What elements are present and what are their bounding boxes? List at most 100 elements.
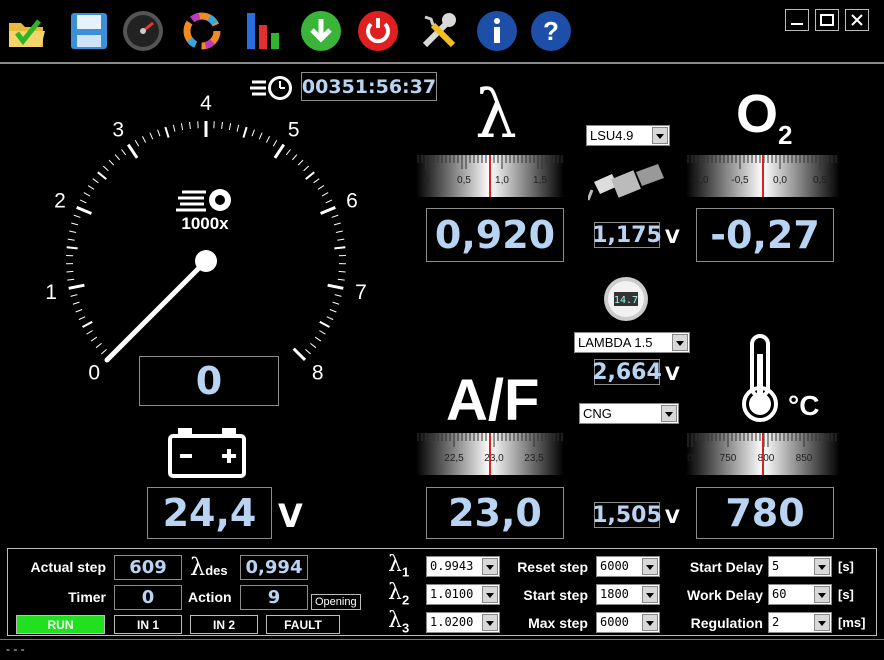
lambda-des-symbol: λ <box>190 553 206 581</box>
in2-indicator: IN 2 <box>190 615 258 634</box>
chevron-down-icon <box>642 614 658 631</box>
delay-label: Start Delay <box>689 559 763 575</box>
gauge-tick <box>71 222 79 226</box>
lambda-3-select[interactable]: 1.0200 <box>426 612 500 633</box>
chevron-down-icon <box>652 127 668 144</box>
save-icon[interactable] <box>66 8 112 54</box>
battery-icon <box>166 426 248 480</box>
gauge-needle <box>104 258 209 363</box>
gauge-tick <box>78 316 86 321</box>
in1-indicator: IN 1 <box>114 615 182 634</box>
gauge-tick <box>72 301 80 305</box>
gauge-tick <box>121 149 127 156</box>
gauge-tick <box>67 238 75 241</box>
step-label: Reset step <box>517 559 588 575</box>
gauge-tick <box>83 192 91 197</box>
chevron-down-icon <box>482 586 498 603</box>
gauge-tick <box>325 199 333 204</box>
mode-select[interactable]: LAMBDA 1.5 <box>574 332 690 353</box>
lambda-row-symbol: λ <box>388 580 402 605</box>
scale-tick-label: 22,5 <box>444 453 464 464</box>
scale-tick-label: 0,5 <box>457 175 471 186</box>
fuel-value: CNG <box>583 406 612 421</box>
delay-select[interactable]: 5 <box>768 556 832 577</box>
step-select[interactable]: 1800 <box>596 584 660 605</box>
gauge-tick <box>76 206 93 215</box>
gauge-tick-label: 7 <box>355 281 367 304</box>
gauge-tick <box>337 278 345 281</box>
lambda-row-sub: 2 <box>401 592 410 608</box>
fault-indicator: FAULT <box>266 615 340 634</box>
power-reset-icon[interactable] <box>355 8 401 54</box>
gauge-tick <box>164 126 170 138</box>
gauge-tick <box>303 165 310 172</box>
gauge-tick-label: 4 <box>200 92 212 115</box>
gauge-tick <box>317 185 325 190</box>
download-icon[interactable] <box>298 8 344 54</box>
gauge-tick <box>189 121 191 129</box>
gauge-tick-label: 1 <box>45 281 57 304</box>
delay-select[interactable]: 2 <box>768 612 832 633</box>
delay-select-value: 60 <box>772 587 787 601</box>
timer-value: 0 <box>114 585 182 610</box>
refresh-cycle-icon[interactable] <box>179 8 225 54</box>
af-label: A/F <box>446 368 540 433</box>
lambda-row-sub: 3 <box>401 620 410 636</box>
chevron-down-icon <box>482 614 498 631</box>
bar-chart-icon[interactable] <box>240 8 286 54</box>
gauge-tick <box>102 165 109 172</box>
step-select[interactable]: 6000 <box>596 612 660 633</box>
gauge-tick <box>291 154 298 161</box>
gauge-tick <box>68 283 85 290</box>
speedometer-icon[interactable] <box>120 8 166 54</box>
lambda-1-select[interactable]: 0.9943 <box>426 556 500 577</box>
maximize-button[interactable] <box>815 9 839 31</box>
chevron-down-icon <box>814 586 830 603</box>
chevron-down-icon <box>814 558 830 575</box>
help-icon[interactable]: ? <box>528 8 574 54</box>
svg-text:?: ? <box>543 16 559 46</box>
lambda-2-select[interactable]: 1.0100 <box>426 584 500 605</box>
gauge-tick <box>101 348 107 355</box>
fuel-select[interactable]: CNG <box>579 403 679 424</box>
delay-label: Regulation <box>690 615 763 631</box>
lambda-sensor-value: LSU4.9 <box>590 128 634 143</box>
device-voltage-unit: V <box>665 363 680 385</box>
scale-tick-label: 850 <box>796 453 813 464</box>
lambda-symbol: λ <box>475 76 517 153</box>
toolbar: ? <box>0 0 884 62</box>
gauge-tick <box>314 336 322 342</box>
scale-tick-label: 750 <box>720 453 737 464</box>
mode-value: LAMBDA 1.5 <box>578 335 653 350</box>
step-select[interactable]: 6000 <box>596 556 660 577</box>
chevron-down-icon <box>482 558 498 575</box>
gauge-tick <box>313 178 320 184</box>
o2-scale: -1,0 -0,5 0,0 0,5 <box>686 155 840 197</box>
open-folder-icon[interactable] <box>4 8 50 54</box>
o2-subscript: 2 <box>778 119 793 150</box>
close-button[interactable] <box>845 9 869 31</box>
info-icon[interactable] <box>474 8 520 54</box>
lambda-sensor-select[interactable]: LSU4.9 <box>586 125 670 146</box>
o2-symbol-letter: O <box>736 84 779 144</box>
scale-tick-label: 1,0 <box>495 175 509 186</box>
lambda-voltage-unit: V <box>665 226 680 248</box>
lambda-2-select-value: 1.0100 <box>430 587 474 601</box>
lambda-voltage-display: 1,175 <box>592 222 662 248</box>
delay-select[interactable]: 60 <box>768 584 832 605</box>
device-voltage-display: 2,664 <box>592 359 662 385</box>
lambda-des-sub: des <box>205 563 228 578</box>
gauge-tick <box>326 316 334 321</box>
gauge-tick-label: 5 <box>288 119 300 142</box>
gauge-tick <box>236 124 240 132</box>
scale-tick-label: 700 <box>686 453 699 464</box>
temperature-value-display: 780 <box>696 487 834 539</box>
gauge-tick <box>180 123 184 131</box>
rpm-value-display: 0 <box>139 356 279 406</box>
scale-tick-label: 1,5 <box>533 175 547 186</box>
tools-icon[interactable] <box>416 8 462 54</box>
lambda-scale: 0 0,5 1,0 1,5 <box>416 155 564 197</box>
gauge-tick <box>92 178 99 184</box>
gauge-tick <box>126 143 139 159</box>
minimize-button[interactable] <box>785 9 809 31</box>
